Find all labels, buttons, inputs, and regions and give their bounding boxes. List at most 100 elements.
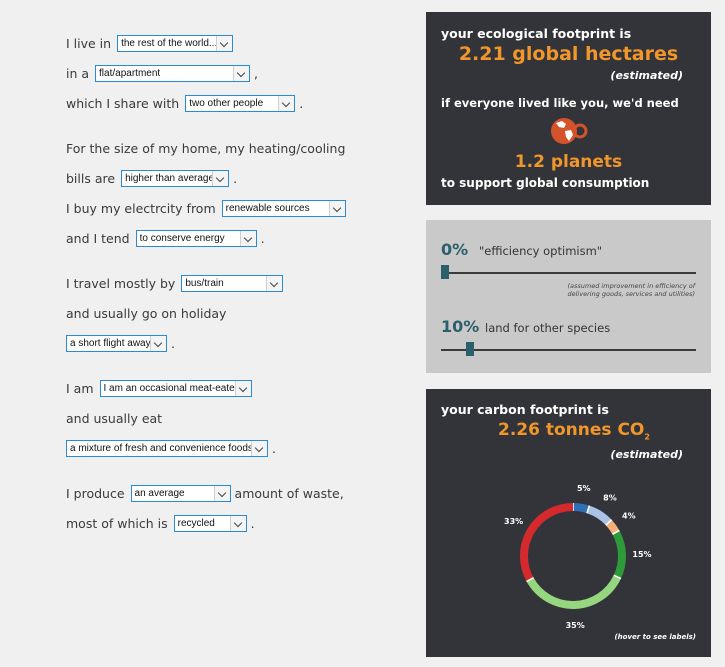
waste-select[interactable]: an average [130,484,231,502]
travel-row: I travel mostly by bus/train [66,273,287,293]
donut-segment[interactable] [612,530,626,579]
efficiency-slider-track[interactable] [441,272,696,274]
eat-label: and usually eat [66,410,163,426]
waste-value: an average [134,487,185,499]
bills-row: bills are higher than average . [66,168,241,188]
carbon-estimated: (estimated) [610,448,683,461]
carbon-footprint-panel: your carbon footprint is 2.26 tonnes CO2… [426,389,711,657]
carbon-value-text: 2.26 tonnes CO [498,420,645,440]
land-slider-handle[interactable] [465,342,474,356]
chevron-down-icon [251,440,267,456]
comma: , [254,65,259,81]
home-type-row: in a flat/apartment , [66,63,262,83]
support-text: to support global consumption [441,176,650,190]
carbon-value: 2.26 tonnes CO2 [498,420,650,441]
eat-value: a mixture of fresh and convenience foods [70,442,253,454]
efficiency-note-line-1: (assumed improvement in efficiency of [567,282,696,290]
everyone-text: if everyone lived like you, we'd need [441,96,679,110]
eat-select[interactable]: a mixture of fresh and convenience foods [66,439,268,457]
planet-icon [551,118,588,144]
electricity-label: I buy my electrcity from [66,200,216,216]
chevron-down-icon [234,380,251,396]
region-select[interactable]: the rest of the world... [117,34,234,52]
eat-select-row: a mixture of fresh and convenience foods… [66,438,280,458]
home-type-select[interactable]: flat/apartment [95,64,251,82]
eco-estimated: (estimated) [610,69,683,82]
carbon-donut-chart[interactable]: 5% 8% 4% 15% 35% 33% [486,469,656,629]
heating-row: For the size of my home, my heating/cool… [66,138,349,158]
share-row: which I share with two other people . [66,93,307,113]
live-in-row: I live in the rest of the world... [66,33,237,53]
diet-row: I am I am an occasional meat-eater [66,378,256,398]
chevron-down-icon [233,65,250,81]
donut-label: 5% [577,484,591,493]
efficiency-value: 0% [441,240,469,259]
donut-label: 15% [632,550,651,559]
tend-value: to conserve energy [139,232,225,244]
period: . [272,440,276,456]
holiday-select-row: a short flight away . [66,333,179,353]
bills-value: higher than average [125,172,215,184]
produce-label: I produce [66,485,125,501]
waste-row: I produce an average amount of waste, [66,483,348,503]
efficiency-slider-handle[interactable] [441,265,449,279]
recycle-select[interactable]: recycled [173,514,247,532]
donut-segment[interactable] [526,575,621,609]
land-slider-track[interactable] [441,349,696,351]
donut-segment[interactable] [586,505,612,526]
planets-value: 1.2 planets [514,152,623,172]
diet-value: I am an occasional meat-eater [103,382,239,394]
home-type-value: flat/apartment [99,67,161,79]
efficiency-note-line-2: delivering goods, services and utilities… [567,290,696,298]
electricity-row: I buy my electrcity from renewable sourc… [66,198,350,218]
travel-value: bus/train [185,277,224,289]
share-label: which I share with [66,95,180,111]
donut-label: 8% [603,494,617,503]
share-select[interactable]: two other people [185,94,296,112]
tend-label: and I tend [66,230,130,246]
electricity-select[interactable]: renewable sources [221,199,346,217]
donut-segment[interactable] [605,519,620,535]
in-a-label: in a [66,65,90,81]
carbon-heading: your carbon footprint is [441,402,609,417]
bills-label: bills are [66,170,116,186]
chevron-down-icon [150,335,166,351]
carbon-value-sub: 2 [644,432,650,442]
donut-label: 33% [504,517,523,526]
heating-label: For the size of my home, my heating/cool… [66,140,346,156]
donut-segment[interactable] [520,503,574,582]
chevron-down-icon [278,95,295,111]
share-value: two other people [189,97,264,109]
recycle-value: recycled [177,517,215,529]
period: . [233,170,238,186]
land-label: land for other species [485,321,611,335]
live-in-label: I live in [66,35,112,51]
donut-segment[interactable] [572,503,590,514]
assumptions-panel: 0% "efficiency optimism" (assumed improv… [426,220,711,373]
holiday-value: a short flight away [70,337,151,349]
tend-select[interactable]: to conserve energy [135,229,257,247]
land-value: 10% [441,317,480,336]
efficiency-label: "efficiency optimism" [479,244,603,258]
chevron-down-icon [229,515,246,531]
donut-label: 35% [566,621,585,629]
donut-label: 4% [622,511,636,520]
chevron-down-icon [328,200,345,216]
tend-row: and I tend to conserve energy . [66,228,269,248]
chevron-down-icon [212,170,229,186]
iam-label: I am [66,380,94,396]
holiday-select[interactable]: a short flight away [66,334,167,352]
travel-select[interactable]: bus/train [181,274,284,292]
bills-select[interactable]: higher than average [121,169,230,187]
chevron-down-icon [216,35,233,51]
holiday-row: and usually go on holiday [66,303,230,323]
diet-select[interactable]: I am an occasional meat-eater [99,379,252,397]
recycle-row: most of which is recycled . [66,513,259,533]
hover-hint: (hover to see labels) [614,633,696,641]
travel-label: I travel mostly by [66,275,176,291]
waste-suffix: amount of waste, [234,485,344,501]
period: . [299,95,304,111]
region-select-value: the rest of the world... [121,37,218,49]
eco-heading: your ecological footprint is [441,26,632,41]
recycle-label: most of which is [66,515,168,531]
